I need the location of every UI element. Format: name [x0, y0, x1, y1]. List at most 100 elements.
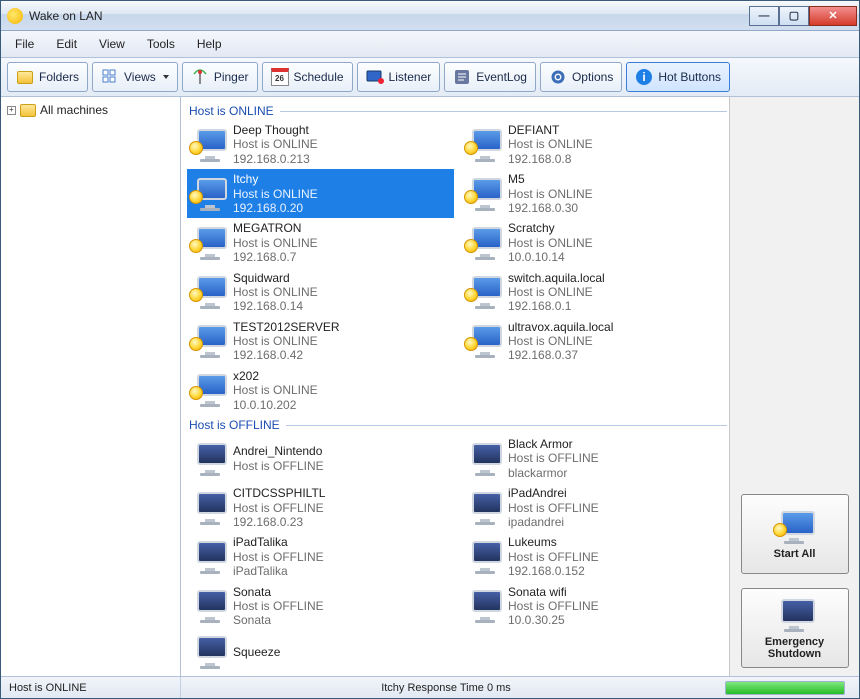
host-status: Host is ONLINE — [233, 236, 318, 250]
host-text: ultravox.aquila.localHost is ONLINE192.1… — [508, 320, 613, 363]
host-name: Black Armor — [508, 437, 599, 451]
menu-edit[interactable]: Edit — [46, 33, 87, 55]
host-text: Black ArmorHost is OFFLINEblackarmor — [508, 437, 599, 480]
host-ip: 192.168.0.8 — [508, 152, 593, 166]
host-status: Host is OFFLINE — [508, 599, 599, 613]
folders-button[interactable]: Folders — [7, 62, 88, 92]
menu-help[interactable]: Help — [187, 33, 232, 55]
monitor-off-icon — [775, 597, 815, 633]
emergency-shutdown-button[interactable]: Emergency Shutdown — [741, 588, 849, 668]
host-text: x202Host is ONLINE10.0.10.202 — [233, 369, 318, 412]
monitor-off-icon — [191, 634, 227, 670]
monitor-on-icon — [466, 274, 502, 310]
hot-buttons-button[interactable]: i Hot Buttons — [626, 62, 730, 92]
folder-icon — [16, 68, 34, 86]
monitor-off-icon — [466, 490, 502, 526]
maximize-button[interactable]: ▢ — [779, 6, 809, 26]
host-name: DEFIANT — [508, 123, 593, 137]
emergency-label: Emergency Shutdown — [765, 636, 824, 660]
host-status: Host is OFFLINE — [233, 501, 325, 515]
monitor-on-icon — [466, 127, 502, 163]
host-item[interactable]: TEST2012SERVERHost is ONLINE192.168.0.42 — [187, 317, 454, 366]
start-all-button[interactable]: Start All — [741, 494, 849, 574]
host-name: ultravox.aquila.local — [508, 320, 613, 334]
options-button[interactable]: Options — [540, 62, 622, 92]
window-title: Wake on LAN — [29, 9, 749, 23]
host-text: Squeeze — [233, 645, 280, 659]
host-ip: 192.168.0.152 — [508, 564, 599, 578]
host-item[interactable]: Squeeze — [187, 631, 454, 673]
chevron-down-icon — [163, 75, 169, 79]
host-ip: ipadandrei — [508, 515, 599, 529]
pinger-button[interactable]: Pinger — [182, 62, 258, 92]
eventlog-button[interactable]: EventLog — [444, 62, 536, 92]
host-item[interactable]: M5Host is ONLINE192.168.0.30 — [462, 169, 729, 218]
menu-tools[interactable]: Tools — [137, 33, 185, 55]
host-item[interactable]: iPadAndreiHost is OFFLINEipadandrei — [462, 483, 729, 532]
host-text: ItchyHost is ONLINE192.168.0.20 — [233, 172, 318, 215]
host-status: Host is ONLINE — [233, 187, 318, 201]
host-item[interactable]: CITDCSSPHILTLHost is OFFLINE192.168.0.23 — [187, 483, 454, 532]
host-item[interactable]: Black ArmorHost is OFFLINEblackarmor — [462, 434, 729, 483]
grid-icon — [101, 68, 119, 86]
titlebar[interactable]: Wake on LAN — ▢ ✕ — [1, 1, 859, 31]
host-ip: 192.168.0.20 — [233, 201, 318, 215]
menubar: File Edit View Tools Help — [1, 31, 859, 58]
host-item[interactable]: MEGATRONHost is ONLINE192.168.0.7 — [187, 218, 454, 267]
host-ip: 192.168.0.14 — [233, 299, 318, 313]
status-progress — [711, 677, 859, 698]
host-item[interactable]: ultravox.aquila.localHost is ONLINE192.1… — [462, 317, 729, 366]
host-ip: 192.168.0.42 — [233, 348, 340, 362]
close-button[interactable]: ✕ — [809, 6, 857, 26]
host-list[interactable]: Host is ONLINE Deep ThoughtHost is ONLIN… — [181, 97, 729, 676]
schedule-button[interactable]: 26 Schedule — [262, 62, 353, 92]
views-button[interactable]: Views — [92, 62, 178, 92]
host-status: Host is ONLINE — [233, 334, 340, 348]
host-item[interactable]: switch.aquila.localHost is ONLINE192.168… — [462, 268, 729, 317]
host-status: Host is OFFLINE — [508, 501, 599, 515]
host-item[interactable]: DEFIANTHost is ONLINE192.168.0.8 — [462, 120, 729, 169]
minimize-button[interactable]: — — [749, 6, 779, 26]
menu-file[interactable]: File — [5, 33, 44, 55]
host-item[interactable]: SonataHost is OFFLINESonata — [187, 582, 454, 631]
host-text: LukeumsHost is OFFLINE192.168.0.152 — [508, 535, 599, 578]
host-item[interactable]: LukeumsHost is OFFLINE192.168.0.152 — [462, 532, 729, 581]
host-ip: iPadTalika — [233, 564, 324, 578]
host-ip: 192.168.0.1 — [508, 299, 605, 313]
divider — [286, 425, 727, 426]
schedule-label: Schedule — [294, 70, 344, 84]
host-status: Host is ONLINE — [233, 285, 318, 299]
host-text: TEST2012SERVERHost is ONLINE192.168.0.42 — [233, 320, 340, 363]
hot-buttons-label: Hot Buttons — [658, 70, 721, 84]
monitor-on-icon — [191, 323, 227, 359]
tree-panel: + All machines — [1, 97, 181, 676]
group-header-online[interactable]: Host is ONLINE — [187, 101, 729, 120]
monitor-off-icon — [466, 588, 502, 624]
listener-button[interactable]: Listener — [357, 62, 441, 92]
host-item[interactable]: ScratchyHost is ONLINE10.0.10.14 — [462, 218, 729, 267]
host-ip: 192.168.0.7 — [233, 250, 318, 264]
group-title: Host is OFFLINE — [189, 418, 280, 432]
host-item[interactable]: iPadTalikaHost is OFFLINEiPadTalika — [187, 532, 454, 581]
host-item[interactable]: SquidwardHost is ONLINE192.168.0.14 — [187, 268, 454, 317]
host-name: Scratchy — [508, 221, 593, 235]
progress-fill — [726, 682, 844, 694]
tree-item-all-machines[interactable]: + All machines — [7, 101, 174, 119]
host-name: Deep Thought — [233, 123, 318, 137]
host-item[interactable]: ItchyHost is ONLINE192.168.0.20 — [187, 169, 454, 218]
host-item[interactable]: Deep ThoughtHost is ONLINE192.168.0.213 — [187, 120, 454, 169]
host-item[interactable]: Andrei_NintendoHost is OFFLINE — [187, 434, 454, 483]
host-item[interactable]: Sonata wifiHost is OFFLINE10.0.30.25 — [462, 582, 729, 631]
host-ip: 10.0.10.14 — [508, 250, 593, 264]
monitor-off-icon — [466, 441, 502, 477]
host-item[interactable]: x202Host is ONLINE10.0.10.202 — [187, 366, 454, 415]
pinger-label: Pinger — [214, 70, 249, 84]
gear-icon — [549, 68, 567, 86]
expand-icon[interactable]: + — [7, 106, 16, 115]
group-header-offline[interactable]: Host is OFFLINE — [187, 415, 729, 434]
monitor-off-icon — [466, 539, 502, 575]
monitor-on-icon — [191, 127, 227, 163]
monitor-off-icon — [191, 588, 227, 624]
host-text: iPadTalikaHost is OFFLINEiPadTalika — [233, 535, 324, 578]
menu-view[interactable]: View — [89, 33, 135, 55]
